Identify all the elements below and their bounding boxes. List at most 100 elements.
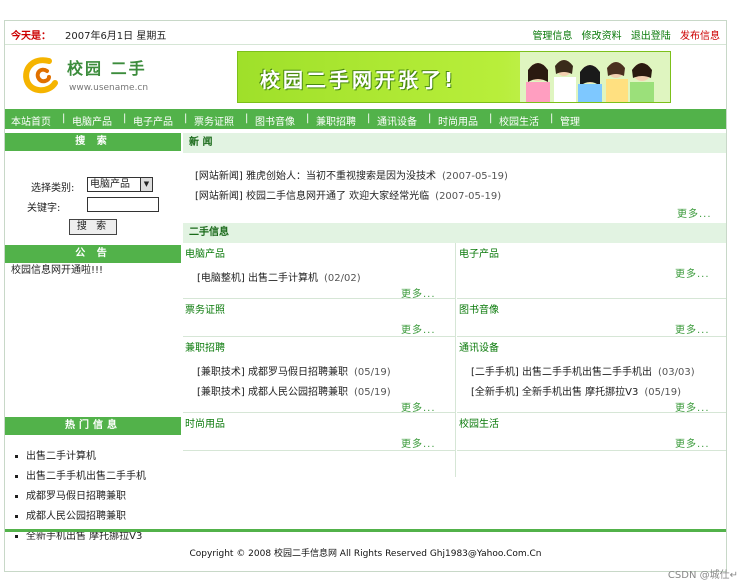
list-item[interactable]: [电脑整机] 出售二手计算机 (02/02) bbox=[197, 269, 361, 284]
list-item-text: [兼职技术] 成都罗马假日招聘兼职 bbox=[197, 367, 348, 378]
left-sidebar: 搜 索 选择类别: 电脑产品 ▼ 关键字: 搜 索 公 告 校园信息网开通啦!!… bbox=[5, 133, 181, 542]
cell-jobs: 兼职招聘 [兼职技术] 成都罗马假日招聘兼职 (05/19) [兼职技术] 成都人… bbox=[183, 337, 455, 414]
cell-title-electronics[interactable]: 电子产品 bbox=[459, 245, 499, 260]
keyword-label: 关键字: bbox=[27, 203, 61, 214]
hot-item[interactable]: 成都罗马假日招聘兼职 bbox=[15, 487, 126, 502]
cell-title-fashion[interactable]: 时尚用品 bbox=[185, 415, 225, 430]
page: 今天是： 2007年6月1日 星期五 管理信息 修改资料 退出登陆 发布信息 校… bbox=[4, 20, 727, 572]
logo-title: 校园 二手 bbox=[67, 59, 147, 78]
nav-separator: | bbox=[184, 113, 188, 124]
banner-people-image bbox=[520, 52, 670, 102]
today-date: 2007年6月1日 星期五 bbox=[65, 31, 167, 42]
news-item[interactable]: [网站新闻] 雅虎创始人：当初不重视搜索是因为没技术 (2007-05-19) bbox=[195, 167, 508, 182]
nav-fashion[interactable]: 时尚用品 bbox=[438, 113, 478, 128]
keyword-input[interactable] bbox=[87, 197, 159, 212]
more-link[interactable]: 更多... bbox=[401, 285, 436, 300]
watermark: CSDN @城仕↵ bbox=[667, 570, 738, 581]
logout-link[interactable]: 退出登陆 bbox=[631, 31, 671, 42]
list-item-date: (05/19) bbox=[644, 387, 681, 398]
top-links: 管理信息 修改资料 退出登陆 发布信息 bbox=[526, 27, 720, 42]
more-link[interactable]: 更多... bbox=[675, 265, 710, 280]
cell-computer: 电脑产品 [电脑整机] 出售二手计算机 (02/02) 更多... bbox=[183, 243, 455, 300]
main-nav: 本站首页 | 电脑产品 | 电子产品 | 票务证照 | 图书音像 | 兼职招聘 … bbox=[5, 109, 726, 129]
list-item[interactable]: [兼职技术] 成都人民公园招聘兼职 (05/19) bbox=[197, 383, 391, 398]
dropdown-arrow-icon[interactable]: ▼ bbox=[140, 178, 152, 191]
logo-url: www.usename.cn bbox=[69, 83, 149, 93]
category-selected-value: 电脑产品 bbox=[90, 179, 130, 190]
search-button[interactable]: 搜 索 bbox=[69, 219, 117, 235]
category-select[interactable]: 电脑产品 ▼ bbox=[87, 177, 153, 192]
site-logo[interactable]: 校园 二手 www.usename.cn bbox=[19, 53, 179, 101]
news-item-text: [网站新闻] 校园二手信息网开通了 欢迎大家经常光临 bbox=[195, 191, 430, 202]
more-link[interactable]: 更多... bbox=[675, 435, 710, 450]
notice-panel: 校园信息网开通啦!!! bbox=[5, 263, 181, 387]
news-item-text: [网站新闻] 雅虎创始人：当初不重视搜索是因为没技术 bbox=[195, 171, 436, 182]
hot-item[interactable]: 出售二手手机出售二手手机 bbox=[15, 467, 146, 482]
news-section-title: 新 闻 bbox=[183, 133, 726, 153]
nav-home[interactable]: 本站首页 bbox=[11, 113, 51, 128]
hot-item[interactable]: 成都人民公园招聘兼职 bbox=[15, 507, 126, 522]
banner[interactable]: 校园二手网开张了! bbox=[237, 51, 671, 103]
nav-separator: | bbox=[367, 113, 371, 124]
nav-manage[interactable]: 管理 bbox=[560, 113, 580, 128]
nav-separator: | bbox=[123, 113, 127, 124]
cell-title-comm[interactable]: 通讯设备 bbox=[459, 339, 499, 354]
more-link[interactable]: 更多... bbox=[675, 321, 710, 336]
more-link[interactable]: 更多... bbox=[401, 321, 436, 336]
nav-comm[interactable]: 通讯设备 bbox=[377, 113, 417, 128]
list-item[interactable]: [全新手机] 全新手机出售 摩托挪拉V3 (05/19) bbox=[471, 383, 681, 398]
notice-text: 校园信息网开通啦!!! bbox=[11, 265, 104, 276]
cell-comm: 通讯设备 [二手手机] 出售二手手机出售二手手机出 (03/03) [全新手机] … bbox=[457, 337, 726, 414]
hot-item[interactable]: 出售二手计算机 bbox=[15, 447, 96, 462]
list-item-text: [全新手机] 全新手机出售 摩托挪拉V3 bbox=[471, 387, 639, 398]
header: 校园 二手 www.usename.cn 校园二手网开张了! bbox=[5, 45, 726, 109]
hot-box-title: 热门信息 bbox=[5, 417, 181, 435]
logo-swirl-icon bbox=[23, 57, 58, 94]
copyright-text: Copyright © 2008 校园二手信息网 All Rights Rese… bbox=[189, 549, 542, 559]
more-link[interactable]: 更多... bbox=[675, 399, 710, 414]
news-item-date: (2007-05-19) bbox=[435, 191, 502, 202]
banner-title: 校园二手网开张了! bbox=[260, 68, 457, 92]
more-link[interactable]: 更多... bbox=[401, 435, 436, 450]
cell-books: 图书音像 更多... bbox=[457, 299, 726, 337]
list-item[interactable]: [兼职技术] 成都罗马假日招聘兼职 (05/19) bbox=[197, 363, 391, 378]
cell-title-computer[interactable]: 电脑产品 bbox=[185, 245, 225, 260]
publish-info-link[interactable]: 发布信息 bbox=[680, 31, 720, 42]
list-item-text: [电脑整机] 出售二手计算机 bbox=[197, 273, 318, 284]
nav-separator: | bbox=[489, 113, 493, 124]
nav-electronics[interactable]: 电子产品 bbox=[133, 113, 173, 128]
nav-computer[interactable]: 电脑产品 bbox=[72, 113, 112, 128]
edit-profile-link[interactable]: 修改资料 bbox=[582, 31, 622, 42]
list-item-text: [兼职技术] 成都人民公园招聘兼职 bbox=[197, 387, 348, 398]
news-more-link[interactable]: 更多... bbox=[677, 205, 712, 220]
manage-info-link[interactable]: 管理信息 bbox=[532, 31, 572, 42]
nav-campus[interactable]: 校园生活 bbox=[499, 113, 539, 128]
notice-box-title: 公 告 bbox=[5, 245, 181, 263]
nav-separator: | bbox=[550, 113, 554, 124]
cell-fashion: 时尚用品 更多... bbox=[183, 413, 455, 451]
search-box-title: 搜 索 bbox=[5, 133, 181, 151]
nav-separator: | bbox=[306, 113, 310, 124]
secondhand-section-title: 二手信息 bbox=[183, 223, 726, 243]
cell-title-jobs[interactable]: 兼职招聘 bbox=[185, 339, 225, 354]
footer: Copyright © 2008 校园二手信息网 All Rights Rese… bbox=[5, 529, 726, 571]
list-item-date: (03/03) bbox=[657, 367, 695, 378]
cell-title-tickets[interactable]: 票务证照 bbox=[185, 301, 225, 316]
cell-title-books[interactable]: 图书音像 bbox=[459, 301, 499, 316]
nav-books[interactable]: 图书音像 bbox=[255, 113, 295, 128]
news-item[interactable]: [网站新闻] 校园二手信息网开通了 欢迎大家经常光临 (2007-05-19) bbox=[195, 187, 501, 202]
list-item[interactable]: [二手手机] 出售二手手机出售二手手机出 (03/03) bbox=[471, 363, 695, 378]
nav-separator: | bbox=[428, 113, 432, 124]
nav-tickets[interactable]: 票务证照 bbox=[194, 113, 234, 128]
search-panel: 选择类别: 电脑产品 ▼ 关键字: 搜 索 bbox=[5, 151, 181, 245]
top-bar: 今天是： 2007年6月1日 星期五 管理信息 修改资料 退出登陆 发布信息 bbox=[5, 21, 726, 45]
nav-jobs[interactable]: 兼职招聘 bbox=[316, 113, 356, 128]
more-link[interactable]: 更多... bbox=[401, 399, 436, 414]
news-item-date: (2007-05-19) bbox=[441, 171, 508, 182]
column-divider bbox=[455, 243, 456, 477]
cell-title-campus[interactable]: 校园生活 bbox=[459, 415, 499, 430]
list-item-date: (05/19) bbox=[353, 387, 391, 398]
cell-tickets: 票务证照 更多... bbox=[183, 299, 455, 337]
nav-separator: | bbox=[62, 113, 66, 124]
today-label: 今天是： bbox=[11, 31, 51, 42]
